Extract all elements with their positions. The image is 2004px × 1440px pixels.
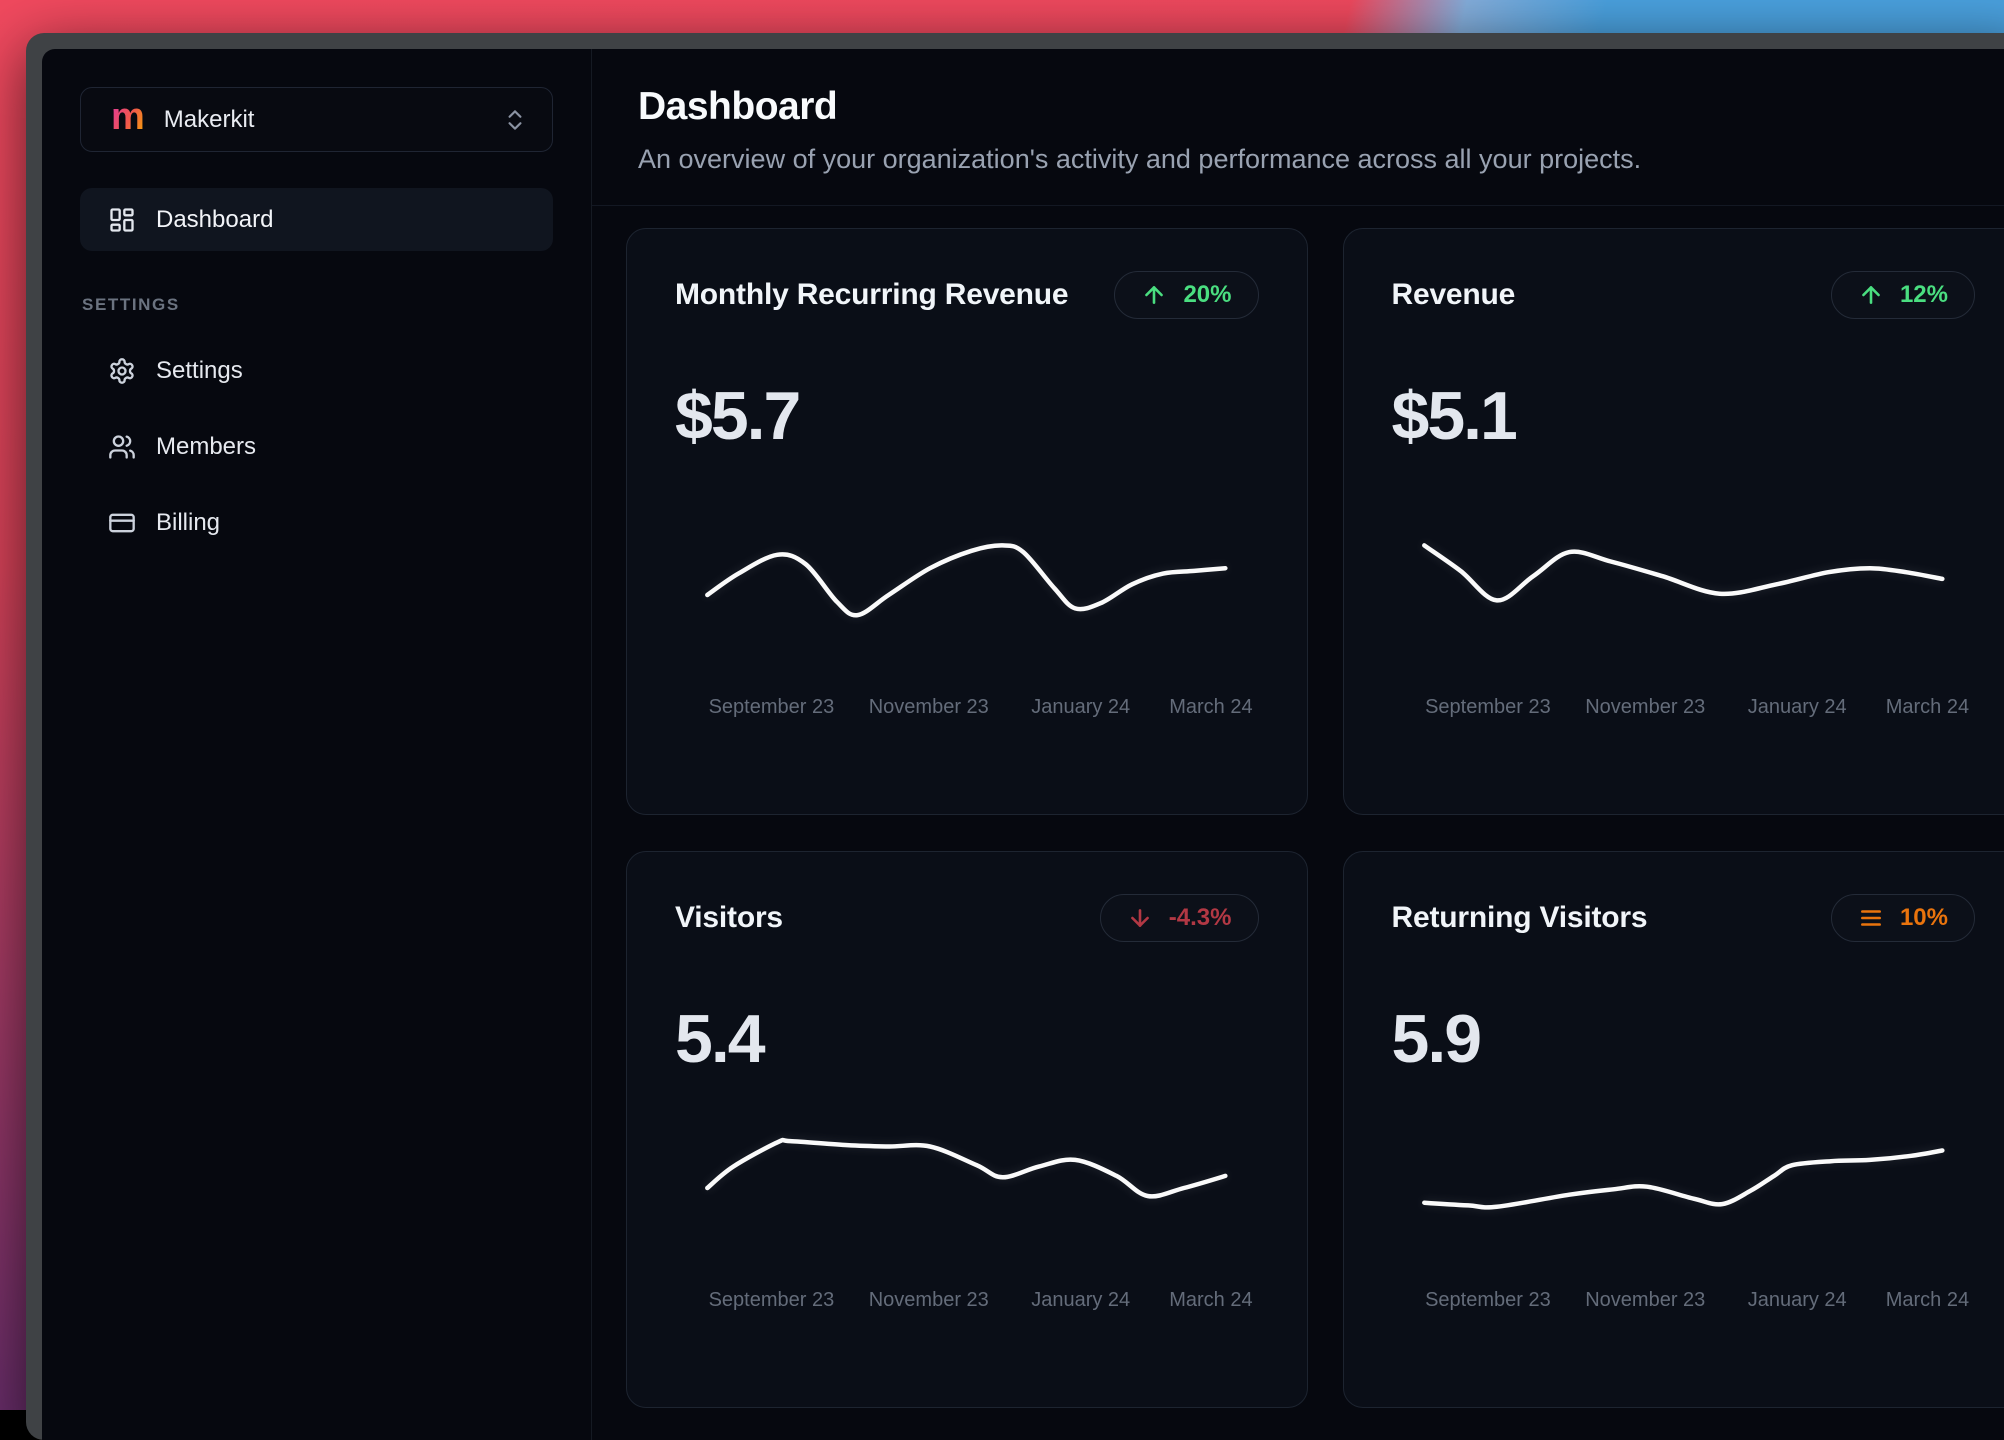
sidebar-item-members[interactable]: Members <box>80 415 553 478</box>
line-chart: September 23November 23January 24March 2… <box>1412 1113 1955 1315</box>
chart-line <box>708 1140 1226 1196</box>
card-title: Revenue <box>1392 278 1516 312</box>
axis-label: January 24 <box>1031 696 1130 719</box>
card-title: Monthly Recurring Revenue <box>675 278 1068 312</box>
axis-label: January 24 <box>1031 1289 1130 1312</box>
axis-label: November 23 <box>1585 696 1705 719</box>
page-subtitle: An overview of your organization's activ… <box>638 144 1988 175</box>
card-title: Visitors <box>675 901 783 935</box>
gear-icon <box>108 357 136 385</box>
axis-label: September 23 <box>1425 1289 1551 1312</box>
trend-value: 12% <box>1900 281 1948 309</box>
chart-canvas <box>695 520 1238 670</box>
chart-line <box>1424 545 1942 600</box>
trend-value: 20% <box>1183 281 1231 309</box>
trend-steady-icon <box>1858 905 1884 931</box>
app-content: m Makerkit Dashboard SETTINGS <box>42 49 2004 1440</box>
axis-label: November 23 <box>869 696 989 719</box>
axis-label: March 24 <box>1886 1289 1969 1312</box>
layout-dashboard-icon <box>108 206 136 234</box>
x-axis-labels: September 23November 23January 24March 2… <box>1412 696 1955 722</box>
axis-label: September 23 <box>709 1289 835 1312</box>
metric-card-revenue: Revenue 12% $5.1 September 23 November 23… <box>1343 228 2004 815</box>
line-chart: September 23November 23January 24March 2… <box>1412 520 1955 722</box>
axis-label: March 24 <box>1169 696 1252 719</box>
primary-nav: Dashboard SETTINGS Settings Members <box>80 188 553 554</box>
axis-label: September 23 <box>709 696 835 719</box>
axis-label: January 24 <box>1748 696 1847 719</box>
chart-line <box>1424 1151 1942 1208</box>
sidebar-item-label: Members <box>156 433 256 461</box>
chart-canvas <box>695 1113 1238 1263</box>
arrow-up-icon <box>1858 282 1884 308</box>
trend-badge: 10% <box>1831 894 1975 942</box>
x-axis-labels: September 23November 23January 24March 2… <box>695 696 1238 722</box>
metric-card-returning-visitors: Returning Visitors 10% 5.9 September 23 N… <box>1343 851 2004 1408</box>
makerkit-logo: m <box>111 98 144 136</box>
metric-card-visitors: Visitors -4.3% 5.4 September 23 November … <box>626 851 1308 1408</box>
metrics-grid: Monthly Recurring Revenue 20% $5.7 Septe… <box>592 206 2004 1408</box>
sidebar-item-billing[interactable]: Billing <box>80 491 553 554</box>
line-chart: September 23November 23January 24March 2… <box>695 520 1238 722</box>
trend-value: -4.3% <box>1169 904 1232 932</box>
sidebar-item-dashboard[interactable]: Dashboard <box>80 188 553 251</box>
page-header: Dashboard An overview of your organizati… <box>592 49 2004 206</box>
sidebar-item-label: Dashboard <box>156 206 273 234</box>
org-name: Makerkit <box>164 106 255 134</box>
x-axis-labels: September 23November 23January 24March 2… <box>1412 1289 1955 1315</box>
org-switcher[interactable]: m Makerkit <box>80 87 553 152</box>
arrow-up-icon <box>1141 282 1167 308</box>
axis-label: January 24 <box>1748 1289 1847 1312</box>
trend-value: 10% <box>1900 904 1948 932</box>
line-chart: September 23November 23January 24March 2… <box>695 1113 1238 1315</box>
trend-badge: 12% <box>1831 271 1975 319</box>
metric-value: $5.7 <box>675 377 1259 455</box>
users-icon <box>108 433 136 461</box>
x-axis-labels: September 23November 23January 24March 2… <box>695 1289 1238 1315</box>
sidebar-item-settings[interactable]: Settings <box>80 339 553 402</box>
metric-value: 5.9 <box>1392 1000 1976 1078</box>
app-window: m Makerkit Dashboard SETTINGS <box>26 33 2004 1440</box>
metric-value: 5.4 <box>675 1000 1259 1078</box>
sidebar-item-label: Settings <box>156 357 243 385</box>
main-area: Dashboard An overview of your organizati… <box>592 49 2004 1440</box>
sidebar-item-label: Billing <box>156 509 220 537</box>
axis-label: March 24 <box>1886 696 1969 719</box>
axis-label: September 23 <box>1425 696 1551 719</box>
trend-badge: 20% <box>1114 271 1258 319</box>
page-title: Dashboard <box>638 85 1988 129</box>
metric-card-mrr: Monthly Recurring Revenue 20% $5.7 Septe… <box>626 228 1308 815</box>
credit-card-icon <box>108 509 136 537</box>
arrow-down-icon <box>1127 905 1153 931</box>
axis-label: March 24 <box>1169 1289 1252 1312</box>
chart-line <box>708 545 1226 615</box>
chart-canvas <box>1412 1113 1955 1263</box>
axis-label: November 23 <box>869 1289 989 1312</box>
sidebar: m Makerkit Dashboard SETTINGS <box>42 49 592 1440</box>
trend-badge: -4.3% <box>1100 894 1259 942</box>
chevrons-up-down-icon <box>502 107 528 133</box>
nav-section-label: SETTINGS <box>82 295 553 315</box>
card-title: Returning Visitors <box>1392 901 1648 935</box>
metric-value: $5.1 <box>1392 377 1976 455</box>
chart-canvas <box>1412 520 1955 670</box>
axis-label: November 23 <box>1585 1289 1705 1312</box>
